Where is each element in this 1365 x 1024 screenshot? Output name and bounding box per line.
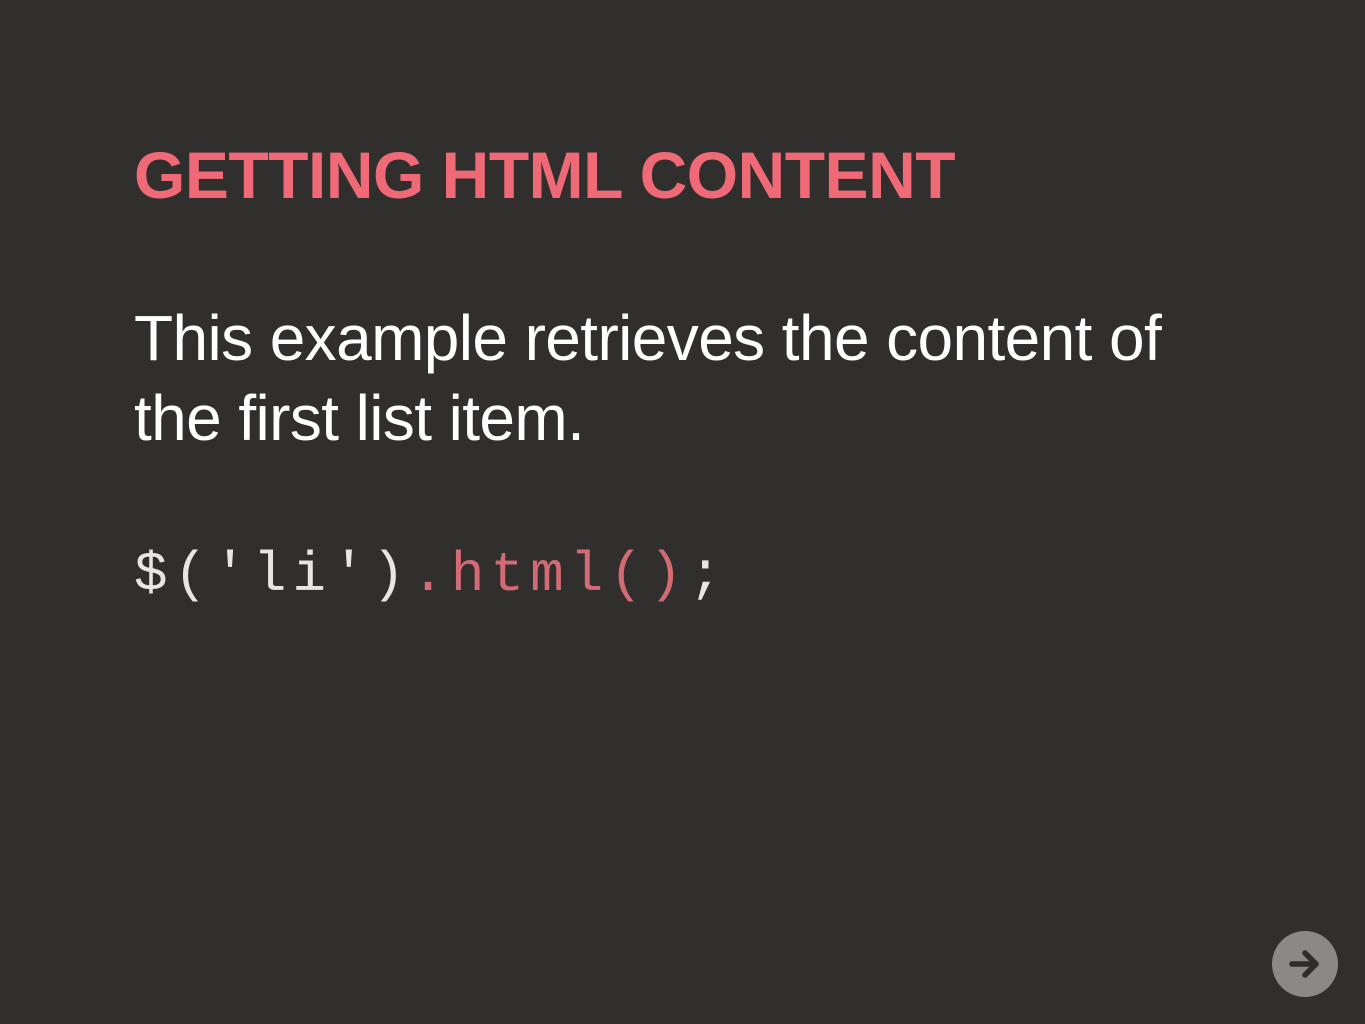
slide-title: GETTING HTML CONTENT [134, 138, 956, 212]
code-selector: $('li') [134, 543, 412, 607]
code-example: $('li').html(); [134, 540, 728, 610]
code-method: .html() [411, 543, 689, 607]
next-slide-button[interactable] [1272, 931, 1338, 997]
arrow-right-icon [1289, 950, 1319, 978]
slide-body-text: This example retrieves the content of th… [134, 302, 1162, 454]
code-terminator: ; [688, 543, 729, 607]
slide: GETTING HTML CONTENT This example retrie… [0, 0, 1365, 1024]
